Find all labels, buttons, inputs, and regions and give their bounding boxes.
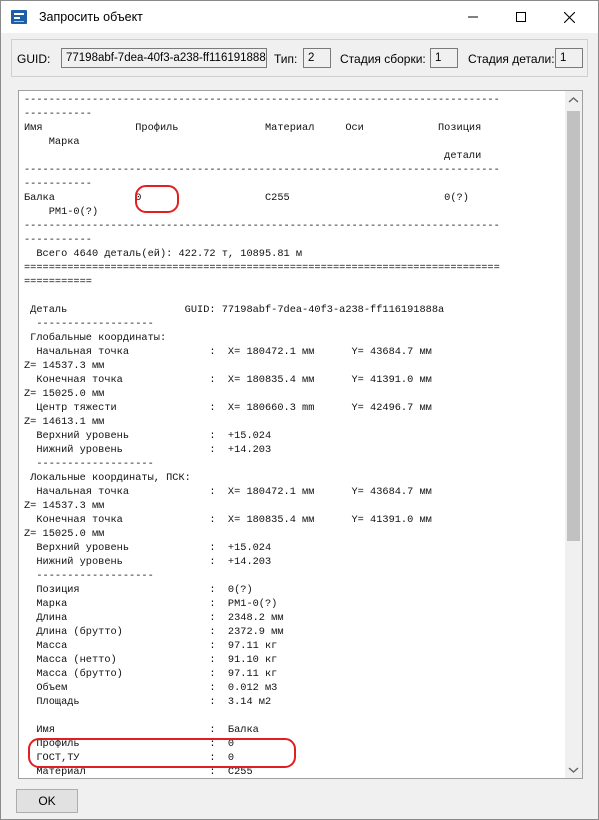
report-line: Марка : PM1-0(?): [24, 598, 278, 610]
guid-label: GUID:: [17, 52, 51, 66]
report-line: Глобальные координаты:: [24, 332, 167, 344]
report-line: Позиция : 0(?): [24, 584, 253, 596]
minimize-icon: [468, 16, 478, 18]
query-object-dialog: Запросить объект GUID: 77198abf-7dea-40f…: [0, 0, 599, 820]
maximize-button[interactable]: [498, 1, 544, 33]
guid-field[interactable]: 77198abf-7dea-40f3-a238-ff116191888: [61, 48, 267, 68]
report-line: Начальная точка : X= 180472.1 мм Y= 4368…: [24, 486, 432, 498]
report-line: Z= 14537.3 мм: [24, 360, 105, 372]
report-line: Конечная точка : X= 180835.4 мм Y= 41391…: [24, 374, 432, 386]
report-line: Z= 14613.1 мм: [24, 416, 105, 428]
type-field[interactable]: 2: [303, 48, 331, 68]
report-line: -----------: [24, 234, 92, 246]
report-line: -----------: [24, 178, 92, 190]
report-line: ===========: [24, 276, 92, 288]
report-line: Масса (брутто) : 97.11 кг: [24, 668, 278, 680]
report-line: -------------------: [24, 570, 154, 582]
report-line: -----------: [24, 108, 92, 120]
report-text: ----------------------------------------…: [24, 93, 500, 778]
vertical-scrollbar[interactable]: [565, 91, 582, 778]
report-line: Всего 4640 деталь(ей): 422.72 т, 10895.8…: [24, 248, 303, 260]
report-line: Площадь : 3.14 м2: [24, 696, 272, 708]
report-line: Длина (брутто) : 2372.9 мм: [24, 626, 284, 638]
profile-gost-highlight-circle: [28, 738, 296, 768]
assembly-stage-field[interactable]: 1: [430, 48, 458, 68]
ok-button[interactable]: OK: [16, 789, 78, 813]
scroll-down-arrow-icon[interactable]: [568, 764, 579, 775]
part-stage-label: Стадия детали:: [468, 52, 555, 66]
report-line: Нижний уровень : +14.203: [24, 556, 272, 568]
report-line: Имя : Балка: [24, 724, 259, 736]
close-button[interactable]: [546, 1, 592, 33]
title-bar: Запросить объект: [1, 1, 598, 33]
report-line: Локальные координаты, ПСК:: [24, 472, 191, 484]
scroll-up-arrow-icon[interactable]: [568, 95, 579, 106]
report-line: -------------------: [24, 318, 154, 330]
report-line: детали: [24, 150, 482, 162]
report-line: Конечная точка : X= 180835.4 мм Y= 41391…: [24, 514, 432, 526]
report-line: ========================================…: [24, 262, 500, 274]
report-line: Центр тяжести : X= 180660.3 mm Y= 42496.…: [24, 402, 432, 414]
report-text-area[interactable]: ----------------------------------------…: [18, 90, 583, 779]
report-line: ----------------------------------------…: [24, 94, 500, 106]
maximize-icon: [516, 12, 526, 22]
report-line: Объем : 0.012 м3: [24, 682, 278, 694]
report-line: Деталь GUID: 77198abf-7dea-40f3-a238-ff1…: [24, 304, 445, 316]
report-line: Имя Профиль Материал Оси Позиция: [24, 122, 482, 134]
window-title: Запросить объект: [39, 10, 143, 24]
report-line: ----------------------------------------…: [24, 164, 500, 176]
profile-highlight-circle: [135, 185, 179, 213]
part-stage-field[interactable]: 1: [555, 48, 583, 68]
report-line: Нижний уровень : +14.203: [24, 444, 272, 456]
app-icon: [11, 10, 27, 24]
minimize-button[interactable]: [450, 1, 496, 33]
report-line: Верхний уровень : +15.024: [24, 542, 272, 554]
assembly-stage-label: Стадия сборки:: [340, 52, 426, 66]
report-line: PM1-0(?): [24, 206, 99, 218]
report-line: Марка: [24, 136, 80, 148]
report-line: ----------------------------------------…: [24, 220, 500, 232]
report-line: Масса (нетто) : 91.10 кг: [24, 654, 278, 666]
scrollbar-thumb[interactable]: [567, 111, 580, 541]
object-info-bar: GUID: 77198abf-7dea-40f3-a238-ff11619188…: [11, 39, 588, 77]
report-line: Верхний уровень : +15.024: [24, 430, 272, 442]
close-icon: [563, 11, 575, 23]
report-line: Начальная точка : X= 180472.1 мм Y= 4368…: [24, 346, 432, 358]
report-line: Длина : 2348.2 мм: [24, 612, 284, 624]
report-line: Z= 15025.0 мм: [24, 388, 105, 400]
report-line: Масса : 97.11 кг: [24, 640, 278, 652]
report-line: -------------------: [24, 458, 154, 470]
report-line: Z= 15025.0 мм: [24, 528, 105, 540]
type-label: Тип:: [274, 52, 298, 66]
report-line: Z= 14537.3 мм: [24, 500, 105, 512]
report-line: Балка 0 C255 0(?): [24, 192, 469, 204]
